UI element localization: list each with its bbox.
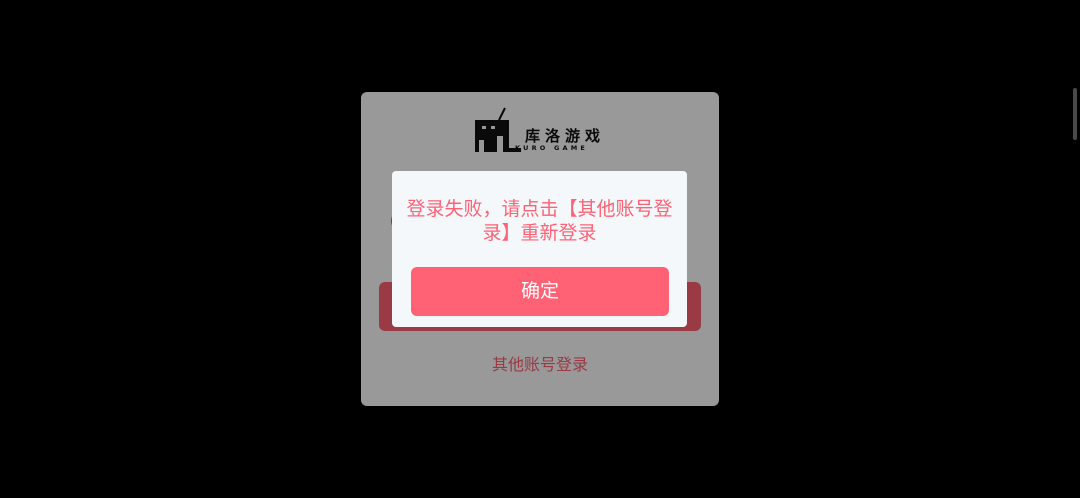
alert-message: 登录失败，请点击【其他账号登录】重新登录 <box>406 198 673 244</box>
confirm-button[interactable]: 确定 <box>411 267 669 316</box>
screen: 库洛游戏 KURO GAME 其他账号登录 登录失败，请点击【其他账号登录】重新… <box>0 0 1080 498</box>
alert-dialog: 登录失败，请点击【其他账号登录】重新登录 确定 <box>392 171 687 327</box>
